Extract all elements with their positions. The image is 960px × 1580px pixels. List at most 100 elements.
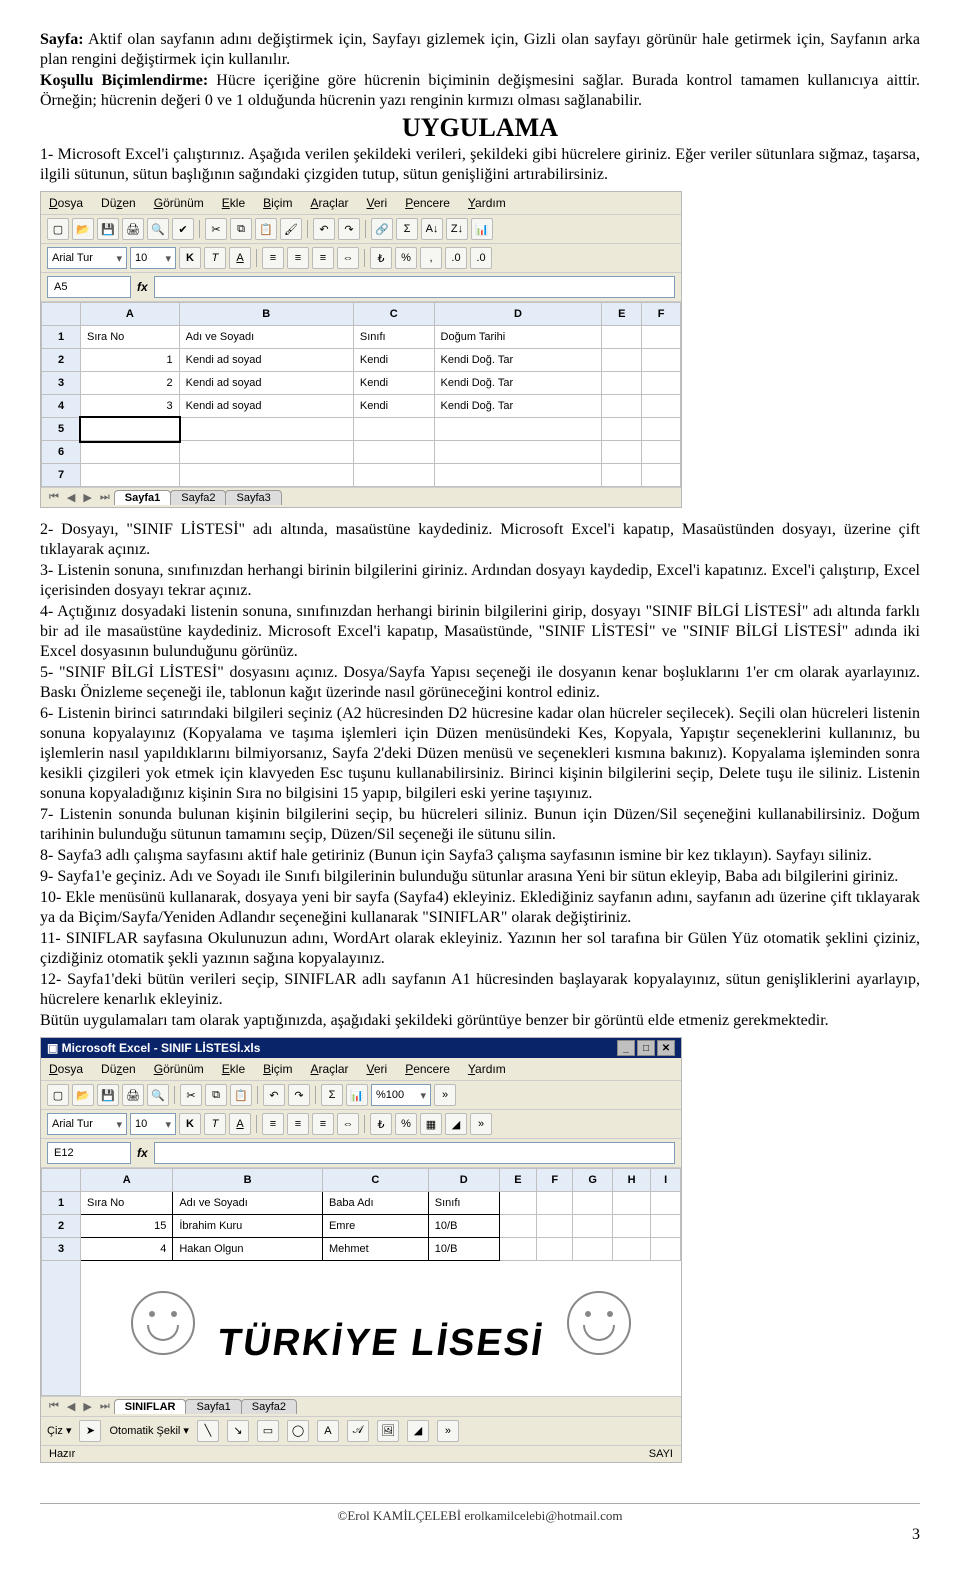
sum-icon[interactable]: Σ	[321, 1084, 343, 1106]
comma-icon[interactable]: ,	[420, 247, 442, 269]
menu-item[interactable]: Pencere	[405, 196, 450, 210]
chart-icon[interactable]: 📊	[346, 1084, 368, 1106]
open-icon[interactable]: 📂	[72, 218, 94, 240]
tab-nav-prev-icon[interactable]: ◀	[63, 491, 79, 504]
spell-icon[interactable]: ✔	[172, 218, 194, 240]
name-box[interactable]: E12	[47, 1142, 131, 1164]
menu-item[interactable]: Yardım	[468, 196, 506, 210]
size-combo[interactable]: 10	[130, 1113, 176, 1135]
tab-nav-next-icon[interactable]: ▶	[79, 1400, 95, 1413]
bold-icon[interactable]: K	[179, 247, 201, 269]
italic-icon[interactable]: T	[204, 247, 226, 269]
rect-icon[interactable]: ▭	[257, 1420, 279, 1442]
inc-dec-icon[interactable]: .0	[445, 247, 467, 269]
zoom-combo[interactable]: %100	[371, 1084, 431, 1106]
dec-dec-icon[interactable]: .0	[470, 247, 492, 269]
menu-item[interactable]: Pencere	[405, 1062, 450, 1076]
menu-item[interactable]: Ekle	[222, 196, 245, 210]
copy-icon[interactable]: ⧉	[205, 1084, 227, 1106]
spreadsheet-grid[interactable]: ABCDEF 1Sıra NoAdı ve SoyadıSınıfıDoğum …	[41, 302, 681, 487]
align-center-icon[interactable]: ≡	[287, 247, 309, 269]
align-left-icon[interactable]: ≡	[262, 247, 284, 269]
cut-icon[interactable]: ✂	[205, 218, 227, 240]
menu-item[interactable]: Dosya	[49, 196, 83, 210]
underline-icon[interactable]: A	[229, 247, 251, 269]
percent-icon[interactable]: %	[395, 247, 417, 269]
menu-item[interactable]: Veri	[367, 1062, 388, 1076]
pointer-icon[interactable]: ➤	[79, 1420, 101, 1442]
wordart-icon[interactable]: 𝒜	[347, 1420, 369, 1442]
copy-icon[interactable]: ⧉	[230, 218, 252, 240]
spreadsheet-grid[interactable]: ABCDEFGHI 1Sıra NoAdı ve SoyadıBaba AdıS…	[41, 1168, 681, 1396]
merge-icon[interactable]: ⇔	[337, 247, 359, 269]
percent-icon[interactable]: %	[395, 1113, 417, 1135]
print-icon[interactable]: 🖨	[122, 218, 144, 240]
save-icon[interactable]: 💾	[97, 1084, 119, 1106]
menu-item[interactable]: Görünüm	[154, 196, 204, 210]
sheet-tab[interactable]: Sayfa2	[170, 490, 226, 505]
redo-icon[interactable]: ↷	[338, 218, 360, 240]
undo-icon[interactable]: ↶	[263, 1084, 285, 1106]
align-right-icon[interactable]: ≡	[312, 247, 334, 269]
tab-nav-next-icon[interactable]: ▶	[79, 491, 95, 504]
preview-icon[interactable]: 🔍	[147, 218, 169, 240]
save-icon[interactable]: 💾	[97, 218, 119, 240]
more-icon[interactable]: »	[434, 1084, 456, 1106]
tab-nav-last-icon[interactable]: ⏭	[96, 1400, 114, 1413]
menu-item[interactable]: Düzen	[101, 1062, 136, 1076]
currency-icon[interactable]: ₺	[370, 247, 392, 269]
preview-icon[interactable]: 🔍	[147, 1084, 169, 1106]
size-combo[interactable]: 10	[130, 247, 176, 269]
menu-item[interactable]: Görünüm	[154, 1062, 204, 1076]
border-icon[interactable]: ▦	[420, 1113, 442, 1135]
minimize-icon[interactable]: _	[617, 1040, 635, 1056]
currency-icon[interactable]: ₺	[370, 1113, 392, 1135]
menu-item[interactable]: Araçlar	[310, 196, 348, 210]
menu-item[interactable]: Düzen	[101, 196, 136, 210]
align-right-icon[interactable]: ≡	[312, 1113, 334, 1135]
sheet-tab[interactable]: Sayfa1	[114, 490, 171, 505]
open-icon[interactable]: 📂	[72, 1084, 94, 1106]
sum-icon[interactable]: Σ	[396, 218, 418, 240]
menu-item[interactable]: Araçlar	[310, 1062, 348, 1076]
autoshape-menu[interactable]: Otomatik Şekil ▾	[109, 1424, 189, 1437]
tab-nav-last-icon[interactable]: ⏭	[96, 491, 114, 504]
cut-icon[interactable]: ✂	[180, 1084, 202, 1106]
sheet-tab[interactable]: SINIFLAR	[114, 1399, 187, 1414]
more-icon[interactable]: »	[470, 1113, 492, 1135]
align-center-icon[interactable]: ≡	[287, 1113, 309, 1135]
underline-icon[interactable]: A	[229, 1113, 251, 1135]
print-icon[interactable]: 🖨	[122, 1084, 144, 1106]
link-icon[interactable]: 🔗	[371, 218, 393, 240]
sort-desc-icon[interactable]: Z↓	[446, 218, 468, 240]
italic-icon[interactable]: T	[204, 1113, 226, 1135]
new-icon[interactable]: ▢	[47, 1084, 69, 1106]
menu-item[interactable]: Veri	[367, 196, 388, 210]
arrow-icon[interactable]: ↘	[227, 1420, 249, 1442]
sort-asc-icon[interactable]: A↓	[421, 218, 443, 240]
fill-color-icon[interactable]: ◢	[407, 1420, 429, 1442]
paste-icon[interactable]: 📋	[255, 218, 277, 240]
formula-bar[interactable]	[154, 276, 675, 298]
fill-icon[interactable]: ◢	[445, 1113, 467, 1135]
chart-icon[interactable]: 📊	[471, 218, 493, 240]
font-combo[interactable]: Arial Tur	[47, 1113, 127, 1135]
redo-icon[interactable]: ↷	[288, 1084, 310, 1106]
menu-item[interactable]: Biçim	[263, 1062, 292, 1076]
sheet-tab[interactable]: Sayfa3	[225, 490, 281, 505]
line-icon[interactable]: ╲	[197, 1420, 219, 1442]
tab-nav-first-icon[interactable]: ⏮	[45, 491, 63, 504]
new-icon[interactable]: ▢	[47, 218, 69, 240]
formula-bar[interactable]	[154, 1142, 675, 1164]
clipart-icon[interactable]: 🖼	[377, 1420, 399, 1442]
tab-nav-first-icon[interactable]: ⏮	[45, 1400, 63, 1413]
name-box[interactable]: A5	[47, 276, 131, 298]
textbox-icon[interactable]: A	[317, 1420, 339, 1442]
sheet-tab[interactable]: Sayfa1	[185, 1399, 241, 1414]
bold-icon[interactable]: K	[179, 1113, 201, 1135]
maximize-icon[interactable]: □	[637, 1040, 655, 1056]
font-combo[interactable]: Arial Tur	[47, 247, 127, 269]
sheet-tab[interactable]: Sayfa2	[241, 1399, 297, 1414]
tab-nav-prev-icon[interactable]: ◀	[63, 1400, 79, 1413]
undo-icon[interactable]: ↶	[313, 218, 335, 240]
